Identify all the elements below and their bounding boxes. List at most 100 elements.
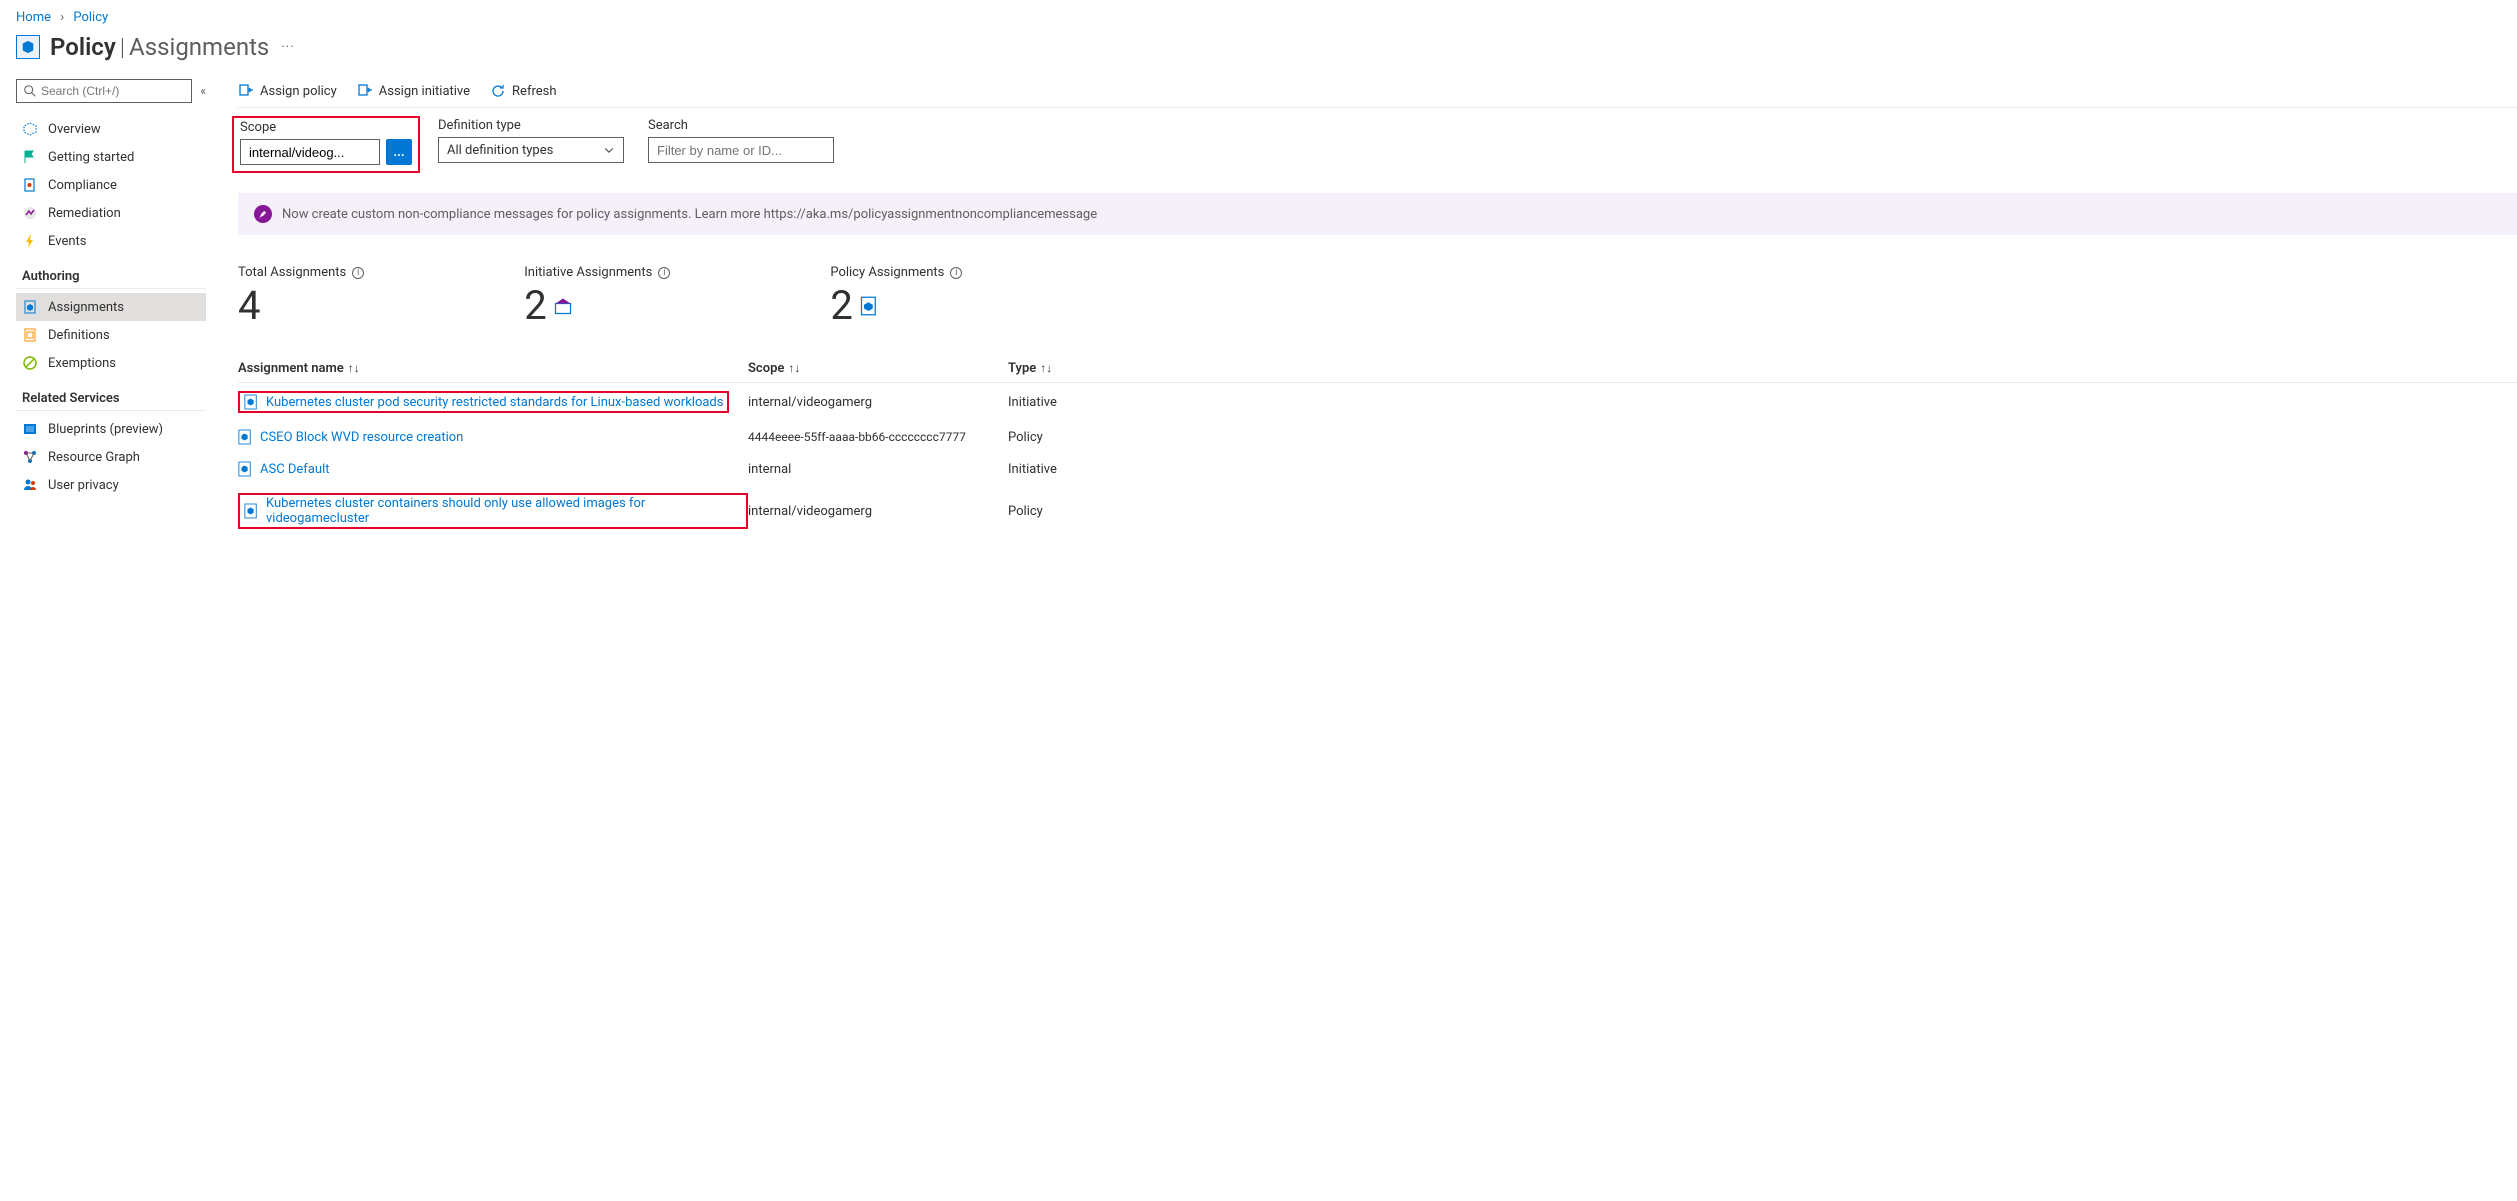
stat-total-value: 4 [238,282,364,329]
assignment-type: Initiative [1008,462,1088,477]
stat-policy-value: 2 [830,282,852,329]
sidebar-item-definitions[interactable]: Definitions [16,321,206,349]
graph-icon [22,449,38,465]
collapse-sidebar-icon[interactable]: « [200,84,206,98]
filter-row: Scope ... Definition type All definition… [238,118,2517,167]
more-actions-button[interactable]: ··· [281,40,294,55]
policy-doc-icon [238,429,252,445]
blueprints-icon [22,421,38,437]
column-header-scope[interactable]: Scope↑↓ [748,361,1008,376]
sidebar-search-input[interactable] [41,84,185,98]
assignment-link[interactable]: CSEO Block WVD resource creation [260,430,463,445]
sidebar-item-events[interactable]: Events [16,227,206,255]
main-content: Assign policy Assign initiative Refresh … [210,79,2517,537]
divider [16,410,206,411]
breadcrumb-policy-link[interactable]: Policy [73,10,108,25]
assignment-scope: internal [748,462,1008,477]
policy-doc-icon [244,394,258,410]
definition-type-value: All definition types [447,143,553,158]
sidebar: « Overview Getting started Compliance Re… [0,79,210,537]
search-filter-label: Search [648,118,834,133]
sidebar-item-compliance[interactable]: Compliance [16,171,206,199]
policy-doc-icon [238,461,252,477]
stat-initiative: Initiative Assignments i 2 [524,265,670,329]
page-title-separator: | [120,33,125,61]
info-icon[interactable]: i [658,267,670,279]
user-privacy-icon [22,477,38,493]
sidebar-item-remediation[interactable]: Remediation [16,199,206,227]
policy-doc-icon [244,503,258,519]
definition-type-select[interactable]: All definition types [438,137,624,163]
sidebar-item-assignments[interactable]: Assignments [16,293,206,321]
sidebar-item-label: Compliance [48,178,117,193]
sidebar-item-overview[interactable]: Overview [16,115,206,143]
stat-initiative-label: Initiative Assignments [524,265,652,280]
assign-policy-button[interactable]: Assign policy [238,83,337,99]
table-row: Kubernetes cluster containers should onl… [238,485,2517,537]
chevron-down-icon [603,144,615,156]
table-row: CSEO Block WVD resource creation4444eeee… [238,421,2517,453]
sidebar-search-box[interactable] [16,79,192,103]
scope-label: Scope [240,120,412,135]
page-subtitle: Assignments [129,33,269,61]
page-header: Policy | Assignments ··· [0,29,2517,79]
refresh-button[interactable]: Refresh [490,83,556,99]
table-header: Assignment name↑↓ Scope↑↓ Type↑↓ [238,355,2517,383]
sidebar-item-label: Exemptions [48,356,116,371]
page-title: Policy [50,33,116,61]
divider [16,288,206,289]
sidebar-item-resource-graph[interactable]: Resource Graph [16,443,206,471]
definitions-icon [22,327,38,343]
sidebar-item-user-privacy[interactable]: User privacy [16,471,206,499]
sidebar-item-label: Assignments [48,300,124,315]
sidebar-section-authoring: Authoring [22,269,206,284]
stat-policy: Policy Assignments i 2 [830,265,962,329]
sidebar-item-exemptions[interactable]: Exemptions [16,349,206,377]
flag-icon [22,149,38,165]
sidebar-item-label: User privacy [48,478,119,493]
sidebar-item-label: Getting started [48,150,134,165]
sort-icon: ↑↓ [1040,361,1052,375]
info-icon[interactable]: i [950,267,962,279]
assignment-type: Policy [1008,504,1088,519]
assignment-scope: internal/videogamerg [748,395,1008,410]
column-header-name[interactable]: Assignment name↑↓ [238,361,748,376]
assignment-link[interactable]: Kubernetes cluster pod security restrict… [238,391,729,413]
exemptions-icon [22,355,38,371]
refresh-label: Refresh [512,84,556,99]
stat-total: Total Assignments i 4 [238,265,364,329]
toolbar: Assign policy Assign initiative Refresh [238,79,2517,108]
breadcrumb: Home › Policy [0,0,2517,29]
banner-text: Now create custom non-compliance message… [282,207,1097,222]
breadcrumb-separator-icon: › [60,10,64,25]
assignments-table: Assignment name↑↓ Scope↑↓ Type↑↓ Kuberne… [238,355,2517,537]
initiative-icon [553,296,573,316]
sidebar-item-label: Definitions [48,328,110,343]
assign-policy-label: Assign policy [260,84,337,99]
info-icon[interactable]: i [352,267,364,279]
search-filter-input[interactable] [648,137,834,163]
sidebar-item-getting-started[interactable]: Getting started [16,143,206,171]
overview-icon [22,121,38,137]
sidebar-item-blueprints[interactable]: Blueprints (preview) [16,415,206,443]
assignment-type: Policy [1008,430,1088,445]
lightning-icon [22,233,38,249]
policy-doc-icon [859,296,879,316]
table-row: Kubernetes cluster pod security restrict… [238,383,2517,421]
definition-type-label: Definition type [438,118,624,133]
assignment-link[interactable]: ASC Default [260,462,329,477]
scope-input[interactable] [240,139,380,165]
policy-page-icon [16,35,40,59]
assign-initiative-button[interactable]: Assign initiative [357,83,470,99]
assignment-link[interactable]: Kubernetes cluster containers should onl… [238,493,748,529]
scope-picker-button[interactable]: ... [386,139,412,165]
assignment-scope: internal/videogamerg [748,504,1008,519]
info-banner: Now create custom non-compliance message… [238,193,2517,235]
assignments-icon [22,299,38,315]
breadcrumb-home-link[interactable]: Home [16,10,51,25]
assign-initiative-label: Assign initiative [379,84,470,99]
sidebar-item-label: Blueprints (preview) [48,422,163,437]
sidebar-item-label: Remediation [48,206,121,221]
column-header-type[interactable]: Type↑↓ [1008,361,1088,376]
sidebar-item-label: Resource Graph [48,450,140,465]
